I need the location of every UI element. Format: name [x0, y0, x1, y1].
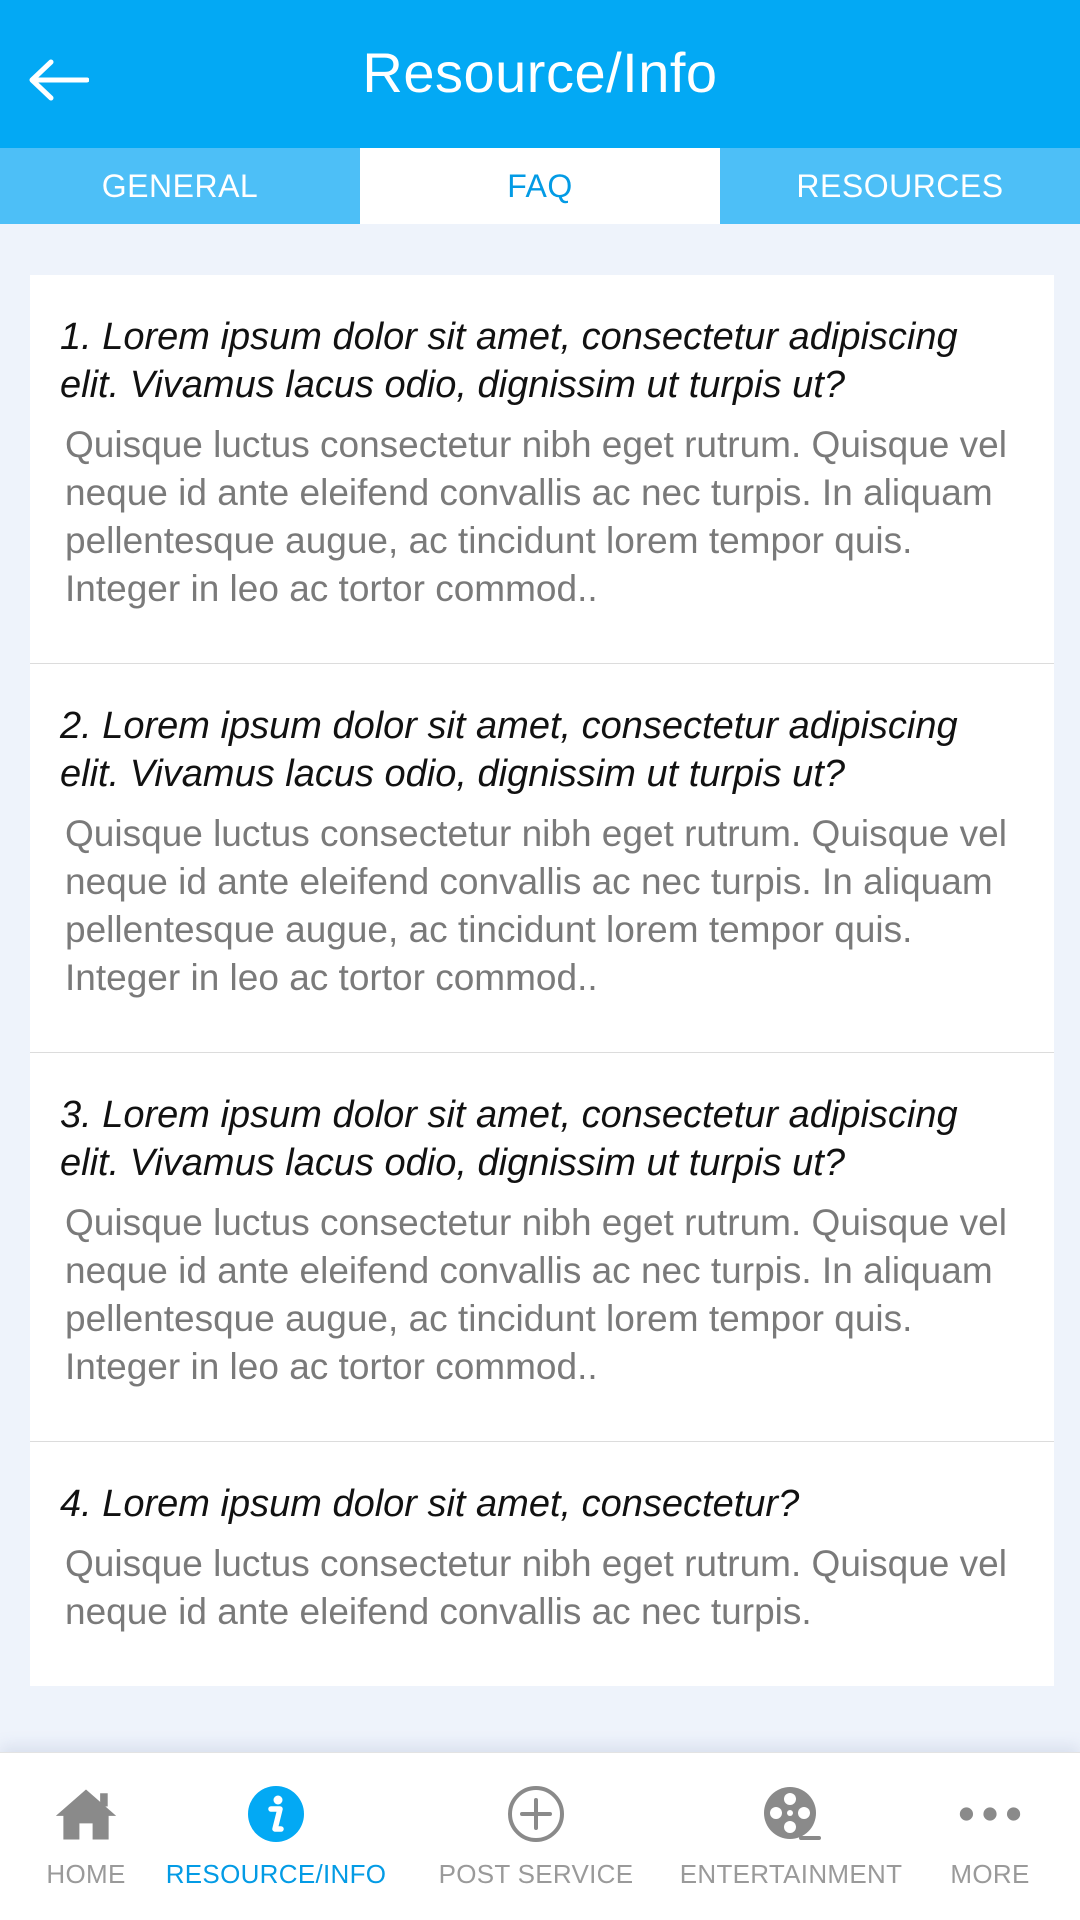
tab-resources[interactable]: RESOURCES [720, 148, 1080, 224]
faq-question: 4. Lorem ipsum dolor sit amet, consectet… [60, 1483, 800, 1525]
faq-answer: Quisque luctus consectetur nibh eget rut… [65, 813, 1007, 998]
tab-general[interactable]: GENERAL [0, 148, 360, 224]
nav-label: ENTERTAINMENT [679, 1859, 903, 1889]
nav-home[interactable]: HOME [36, 1753, 136, 1920]
faq-item-2[interactable]: 2. Lorem ipsum dolor sit amet, consectet… [30, 664, 1054, 1053]
nav-label: POST SERVICE [438, 1859, 634, 1889]
nav-entertainment[interactable]: ENTERTAINMENT [680, 1753, 902, 1920]
more-dots-icon [957, 1781, 1023, 1847]
nav-label: MORE [950, 1859, 1030, 1889]
faq-question: 1. Lorem ipsum dolor sit amet, consectet… [60, 316, 958, 406]
faq-item-1[interactable]: 1. Lorem ipsum dolor sit amet, consectet… [30, 275, 1054, 664]
faq-answer: Quisque luctus consectetur nibh eget rut… [65, 424, 1007, 609]
faq-question: 3. Lorem ipsum dolor sit amet, consectet… [60, 1094, 958, 1184]
plus-circle-icon [503, 1781, 569, 1847]
nav-resource-info[interactable]: RESOURCE/INFO [166, 1753, 386, 1920]
info-icon [243, 1781, 309, 1847]
faq-answer: Quisque luctus consectetur nibh eget rut… [65, 1543, 1007, 1632]
arrow-left-icon [29, 59, 89, 101]
film-reel-icon [758, 1781, 824, 1847]
page-title: Resource/Info [362, 40, 718, 104]
tab-bar: GENERAL FAQ RESOURCES [0, 148, 1080, 224]
back-button[interactable] [22, 44, 94, 116]
faq-answer: Quisque luctus consectetur nibh eget rut… [65, 1202, 1007, 1387]
home-icon [53, 1781, 119, 1847]
faq-question: 2. Lorem ipsum dolor sit amet, consectet… [60, 705, 958, 795]
nav-label: RESOURCE/INFO [165, 1859, 387, 1889]
nav-post-service[interactable]: POST SERVICE [436, 1753, 636, 1920]
faq-item-4[interactable]: 4. Lorem ipsum dolor sit amet, consectet… [30, 1442, 1054, 1686]
tab-faq[interactable]: FAQ [360, 148, 720, 224]
faq-list: 1. Lorem ipsum dolor sit amet, consectet… [30, 275, 1054, 1686]
app-header: Resource/Info [0, 0, 1080, 148]
bottom-nav: HOME RESOURCE/INFO POST SERVICE ENTERTAI… [0, 1752, 1080, 1920]
nav-label: HOME [46, 1859, 126, 1889]
faq-item-3[interactable]: 3. Lorem ipsum dolor sit amet, consectet… [30, 1053, 1054, 1442]
nav-more[interactable]: MORE [940, 1753, 1040, 1920]
